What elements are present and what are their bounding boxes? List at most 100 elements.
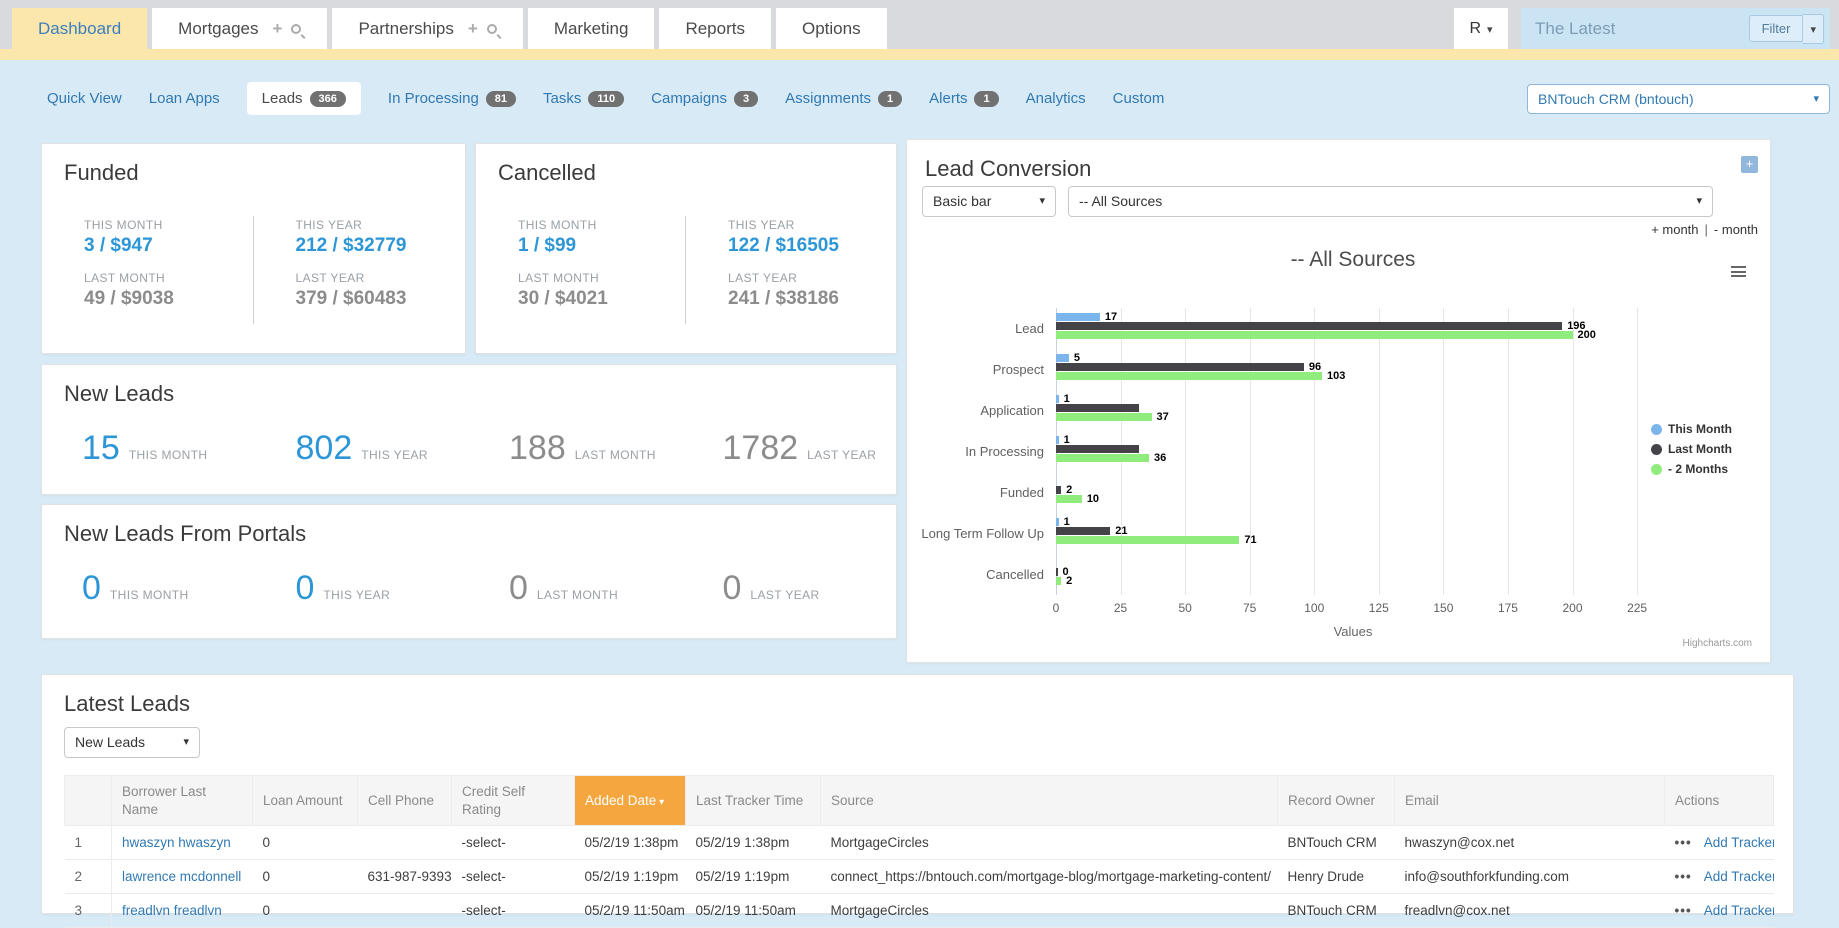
main-tab-dashboard[interactable]: Dashboard bbox=[12, 8, 147, 49]
user-menu-r[interactable]: R bbox=[1454, 8, 1508, 49]
subnav-item-quick-view[interactable]: Quick View bbox=[47, 82, 122, 115]
borrower-link[interactable]: freadlvn freadlvn bbox=[122, 903, 222, 918]
main-tab-reports[interactable]: Reports bbox=[659, 8, 771, 49]
user-menu-label: R bbox=[1469, 20, 1481, 38]
chart-type-select[interactable]: Basic bar bbox=[922, 186, 1056, 217]
main-tab-partnerships[interactable]: Partnerships bbox=[332, 8, 522, 49]
column-header-added-date[interactable]: Added Date bbox=[575, 776, 686, 826]
minus-month-link[interactable]: - month bbox=[1714, 222, 1758, 237]
more-actions-icon[interactable] bbox=[1675, 835, 1692, 850]
bar-value-label: 71 bbox=[1244, 534, 1256, 546]
more-actions-icon[interactable] bbox=[1675, 903, 1692, 918]
bar-last-month[interactable] bbox=[1056, 404, 1139, 412]
bar-this-month[interactable]: 1 bbox=[1056, 518, 1059, 526]
bar--2-months[interactable]: 36 bbox=[1056, 454, 1149, 462]
filter-button[interactable]: Filter bbox=[1749, 15, 1804, 42]
chart-category-row: Lead17196200 bbox=[1056, 308, 1650, 349]
subnav-item-campaigns[interactable]: Campaigns3 bbox=[651, 82, 758, 115]
plus-month-link[interactable]: + month bbox=[1651, 222, 1698, 237]
bar--2-months[interactable]: 71 bbox=[1056, 536, 1239, 544]
main-tab-marketing[interactable]: Marketing bbox=[528, 8, 655, 49]
column-header-borrower-last-name[interactable]: Borrower Last Name bbox=[112, 776, 253, 826]
bar-this-month[interactable]: 17 bbox=[1056, 313, 1100, 321]
legend-item[interactable]: Last Month bbox=[1651, 442, 1732, 456]
column-header-last-tracker-time[interactable]: Last Tracker Time bbox=[686, 776, 821, 826]
add-chart-button[interactable] bbox=[1741, 156, 1758, 173]
subnav-item-tasks[interactable]: Tasks110 bbox=[543, 82, 624, 115]
table-row: 2lawrence mcdonnell0631-987-9393-select-… bbox=[65, 860, 1774, 894]
counter-value: 188 bbox=[509, 429, 566, 468]
more-actions-icon[interactable] bbox=[1675, 869, 1692, 884]
subnav-item-in-processing[interactable]: In Processing81 bbox=[388, 82, 516, 115]
subnav-item-leads[interactable]: Leads366 bbox=[247, 82, 361, 115]
separator: | bbox=[1705, 222, 1708, 237]
count-badge: 81 bbox=[486, 91, 516, 107]
column-header-cell-phone[interactable]: Cell Phone bbox=[358, 776, 452, 826]
add-tracker-link[interactable]: Add Tracker bbox=[1704, 835, 1774, 850]
category-label: Cancelled bbox=[986, 554, 1044, 595]
add-icon[interactable] bbox=[273, 8, 283, 49]
main-tab-mortgages[interactable]: Mortgages bbox=[152, 8, 327, 49]
counter-label: LAST YEAR bbox=[750, 588, 819, 602]
crm-account-select[interactable]: BNTouch CRM (bntouch) bbox=[1527, 84, 1830, 114]
stat-label: LAST MONTH bbox=[84, 271, 253, 285]
search-icon[interactable] bbox=[291, 24, 301, 34]
bar--2-months[interactable]: 2 bbox=[1056, 577, 1061, 585]
category-bars: 12171 bbox=[1056, 513, 1650, 544]
column-header-email[interactable]: Email bbox=[1395, 776, 1665, 826]
bar--2-months[interactable]: 37 bbox=[1056, 413, 1152, 421]
added-date-cell: 05/2/19 1:38pm bbox=[575, 826, 686, 860]
counter-label: LAST YEAR bbox=[807, 448, 876, 462]
count-badge: 3 bbox=[734, 91, 758, 107]
bar-last-month[interactable]: 96 bbox=[1056, 363, 1304, 371]
chart-legend: This Month Last Month - 2 Months bbox=[1651, 422, 1732, 482]
x-tick-label: 225 bbox=[1627, 601, 1647, 615]
column-header-record-owner[interactable]: Record Owner bbox=[1278, 776, 1395, 826]
borrower-link[interactable]: lawrence mcdonnell bbox=[122, 869, 241, 884]
column-header-source[interactable]: Source bbox=[821, 776, 1278, 826]
bar-last-month[interactable]: 196 bbox=[1056, 322, 1562, 330]
column-header-credit-self-rating[interactable]: Credit Self Rating bbox=[452, 776, 575, 826]
bar--2-months[interactable]: 103 bbox=[1056, 372, 1322, 380]
bar-this-month[interactable]: 5 bbox=[1056, 354, 1069, 362]
add-icon[interactable] bbox=[468, 8, 478, 49]
chart-menu-icon[interactable] bbox=[1731, 266, 1746, 277]
bar-last-month[interactable]: 21 bbox=[1056, 527, 1110, 535]
borrower-cell: lawrence mcdonnell bbox=[112, 860, 253, 894]
bar-last-month[interactable] bbox=[1056, 445, 1139, 453]
legend-item[interactable]: - 2 Months bbox=[1651, 462, 1732, 476]
bar-value-label: 2 bbox=[1066, 575, 1072, 587]
column-header-actions[interactable]: Actions bbox=[1665, 776, 1774, 826]
stat-value: 122 / $16505 bbox=[728, 235, 896, 257]
bar-this-month[interactable]: 1 bbox=[1056, 436, 1059, 444]
column-header-loan-amount[interactable]: Loan Amount bbox=[253, 776, 358, 826]
add-tracker-link[interactable]: Add Tracker bbox=[1704, 869, 1774, 884]
counter-item: 0LAST YEAR bbox=[683, 569, 897, 608]
added-date-cell: 05/2/19 1:19pm bbox=[575, 860, 686, 894]
bar-this-month[interactable]: 1 bbox=[1056, 395, 1059, 403]
leads-filter-select[interactable]: New Leads bbox=[64, 727, 200, 758]
bar-last-month[interactable]: 0 bbox=[1056, 568, 1058, 576]
subnav-item-loan-apps[interactable]: Loan Apps bbox=[149, 82, 220, 115]
x-tick-label: 175 bbox=[1498, 601, 1518, 615]
subnav-item-custom[interactable]: Custom bbox=[1113, 82, 1165, 115]
x-tick-label: 75 bbox=[1243, 601, 1256, 615]
filter-dropdown-button[interactable] bbox=[1803, 14, 1824, 44]
source-select[interactable]: -- All Sources bbox=[1068, 186, 1713, 217]
cancelled-card: Cancelled THIS MONTH1 / $99LAST MONTH30 … bbox=[475, 143, 897, 354]
legend-dot bbox=[1651, 464, 1662, 475]
subnav-item-alerts[interactable]: Alerts1 bbox=[929, 82, 998, 115]
main-tab-options[interactable]: Options bbox=[776, 8, 887, 49]
bar--2-months[interactable]: 200 bbox=[1056, 331, 1573, 339]
column-header-row-number[interactable] bbox=[65, 776, 112, 826]
subnav-item-analytics[interactable]: Analytics bbox=[1026, 82, 1086, 115]
bar--2-months[interactable]: 10 bbox=[1056, 495, 1082, 503]
subnav-item-assignments[interactable]: Assignments1 bbox=[785, 82, 902, 115]
bar-last-month[interactable]: 2 bbox=[1056, 486, 1061, 494]
legend-item[interactable]: This Month bbox=[1651, 422, 1732, 436]
borrower-link[interactable]: hwaszyn hwaszyn bbox=[122, 835, 231, 850]
search-icon[interactable] bbox=[487, 24, 497, 34]
add-tracker-link[interactable]: Add Tracker bbox=[1704, 903, 1774, 918]
counter-item: 15THIS MONTH bbox=[42, 429, 256, 468]
category-label: Lead bbox=[1015, 308, 1044, 349]
